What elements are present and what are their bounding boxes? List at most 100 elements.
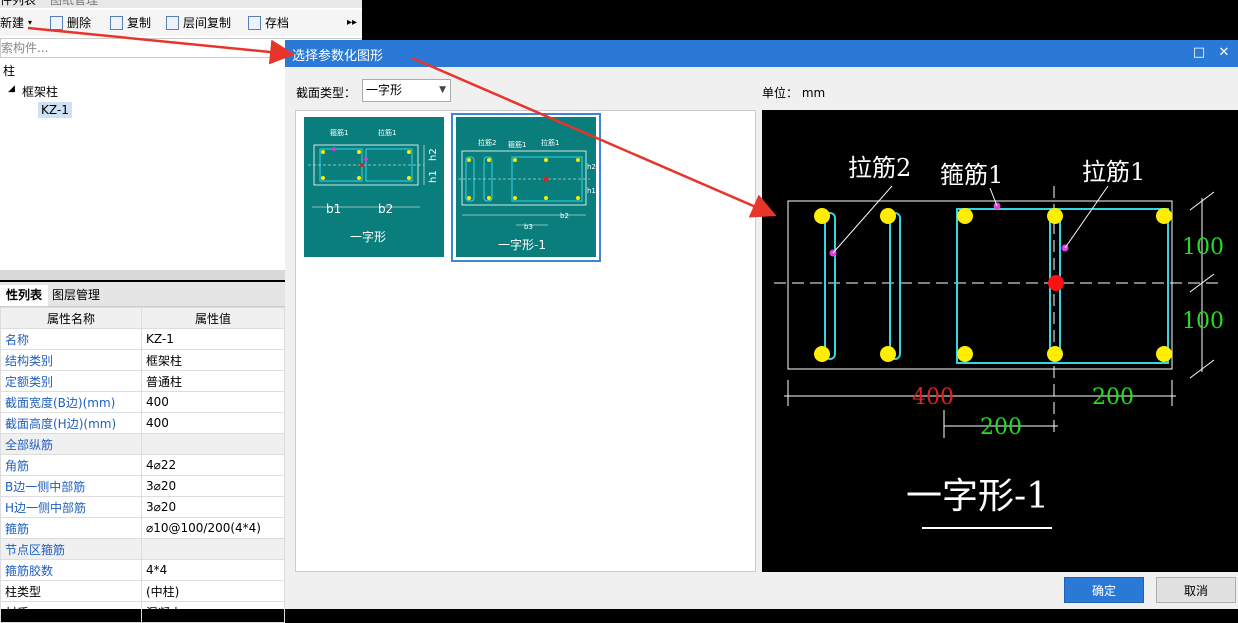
property-name: 柱类型 — [0, 580, 142, 602]
shape-thumb-yizixing-1[interactable]: 拉筋2 箍筋1 拉筋1 b3 b2 h2 h1 一字形-1 — [456, 117, 596, 257]
table-row[interactable]: 截面高度(H边)(mm) 400 — [0, 412, 285, 434]
property-value[interactable]: 3⌀20 — [141, 496, 285, 518]
cancel-button[interactable]: 取消 — [1156, 577, 1236, 603]
property-name: H边一侧中部筋 — [0, 496, 142, 518]
shape-thumb-yizixing[interactable]: 箍筋1 拉筋1 b1 b2 h1 h2 一字形 — [304, 117, 444, 257]
table-row[interactable]: 全部纵筋 — [0, 433, 285, 455]
table-row[interactable]: 定额类别 普通柱 — [0, 370, 285, 392]
thumb2-caption: 一字形-1 — [498, 237, 546, 252]
thumb1-label-b1: b1 — [326, 202, 341, 216]
property-value[interactable]: 普通柱 — [141, 370, 285, 392]
table-row[interactable]: 角筋 4⌀22 — [0, 454, 285, 476]
property-value[interactable]: ⌀10@100/200(4*4) — [141, 517, 285, 539]
property-name: 节点区箍筋 — [0, 538, 142, 560]
tab-property-list[interactable]: 性列表 — [0, 285, 49, 306]
shape-thumb-drawing: 拉筋2 箍筋1 拉筋1 b3 b2 h2 h1 一字形-1 — [458, 138, 596, 252]
archive-button[interactable]: 存档 — [248, 14, 289, 32]
table-row[interactable]: 箍筋胶数 4*4 — [0, 559, 285, 581]
table-row[interactable]: 节点区箍筋 — [0, 538, 285, 560]
table-row[interactable]: 名称 KZ-1 — [0, 328, 285, 350]
property-value[interactable]: 4⌀22 — [141, 454, 285, 476]
table-row[interactable]: 结构类别 框架柱 — [0, 349, 285, 371]
table-row[interactable]: 箍筋 ⌀10@100/200(4*4) — [0, 517, 285, 539]
property-name: 角筋 — [0, 454, 142, 476]
delete-icon — [50, 16, 63, 30]
property-name: 定额类别 — [0, 370, 142, 392]
dialog-title: 选择参数化图形 — [292, 49, 384, 64]
property-name: 名称 — [0, 328, 142, 350]
property-value[interactable]: 混凝土 — [141, 601, 285, 623]
dialog-title-bar: 选择参数化图形 □ ✕ — [285, 40, 1238, 67]
close-icon[interactable]: ✕ — [1215, 44, 1233, 62]
copy-icon — [110, 16, 123, 30]
label-tie2: 拉筋2 — [848, 154, 911, 182]
thumb1-label-tie1: 拉筋1 — [378, 128, 396, 137]
property-value[interactable]: (中柱) — [141, 580, 285, 602]
archive-icon — [248, 16, 261, 30]
table-row[interactable]: 柱类型 (中柱) — [0, 580, 285, 602]
property-name: 全部纵筋 — [0, 433, 142, 455]
component-tabs: 件列表 图纸管理 — [0, 0, 362, 8]
shape-preview-canvas: 拉筋2 箍筋1 拉筋1 100 100 400 200 200 一字形-1 — [762, 110, 1238, 572]
preview-caption: 一字形-1 — [906, 476, 1049, 517]
copy-button[interactable]: 复制 — [110, 14, 151, 32]
component-toolbar: 新建 ▾ 删除 复制 层间复制 存档 ▸▸ — [0, 10, 362, 36]
property-name: 箍筋 — [0, 517, 142, 539]
property-name: B边一侧中部筋 — [0, 475, 142, 497]
table-row[interactable]: 截面宽度(B边)(mm) 400 — [0, 391, 285, 413]
floor-copy-label: 层间复制 — [183, 16, 232, 30]
col-header-name: 属性名称 — [0, 307, 142, 329]
section-type-select[interactable]: 一字形 ▼ — [362, 79, 451, 102]
thumb2-label-tie1: 拉筋1 — [541, 138, 559, 147]
dim-b-right: 200 — [1092, 385, 1134, 410]
thumb1-caption: 一字形 — [350, 229, 386, 244]
copy-label: 复制 — [127, 16, 152, 30]
delete-button[interactable]: 删除 — [50, 14, 91, 32]
table-row[interactable]: 材质 混凝土 — [0, 601, 285, 623]
label-stirrup1: 箍筋1 — [940, 161, 1003, 189]
tree-leaf-label: KZ-1 — [38, 102, 72, 118]
tab-layer-manage[interactable]: 图层管理 — [46, 285, 106, 306]
property-value[interactable] — [141, 433, 285, 455]
maximize-icon[interactable]: □ — [1190, 44, 1208, 62]
more-icon[interactable]: ▸▸ — [347, 14, 357, 32]
property-panel: 性列表 图层管理 属性名称 属性值 名称 KZ-1 结构类别 框架柱 定额类别 普通柱 截面… — [0, 282, 285, 623]
ok-button[interactable]: 确定 — [1064, 577, 1144, 603]
property-value[interactable]: 框架柱 — [141, 349, 285, 371]
property-value[interactable]: 3⌀20 — [141, 475, 285, 497]
longitudinal-bars — [814, 208, 1172, 362]
tab-drawing-manage[interactable]: 图纸管理 — [50, 0, 98, 8]
property-name: 箍筋胶数 — [0, 559, 142, 581]
property-value[interactable] — [141, 538, 285, 560]
floor-copy-button[interactable]: 层间复制 — [166, 14, 231, 32]
col-header-value: 属性值 — [141, 307, 285, 329]
label-tie1: 拉筋1 — [1082, 158, 1145, 186]
thumb2-label-h1: h1 — [587, 187, 596, 195]
thumb1-label-b2: b2 — [378, 202, 393, 216]
table-row[interactable]: B边一侧中部筋 3⌀20 — [0, 475, 285, 497]
tree-expand-icon[interactable]: ◢ — [8, 84, 15, 94]
tie-bar-left-1 — [824, 212, 836, 360]
property-value[interactable]: 400 — [141, 412, 285, 434]
tie-bar-left-2 — [889, 212, 901, 360]
panel-divider — [0, 270, 285, 280]
property-value[interactable]: KZ-1 — [141, 328, 285, 350]
tree-root[interactable]: 柱 — [3, 62, 15, 79]
param-shape-dialog: 选择参数化图形 □ ✕ 截面类型： 一字形▼ 单位： mm 箍筋1 拉筋1 b — [285, 40, 1238, 609]
thumb1-label-stirrup1: 箍筋1 — [330, 128, 348, 137]
thumb1-label-h1: h1 — [428, 170, 439, 183]
tree-leaf-kz1[interactable]: KZ-1 — [38, 102, 72, 118]
property-value[interactable]: 4*4 — [141, 559, 285, 581]
property-value[interactable]: 400 — [141, 391, 285, 413]
tab-component-list[interactable]: 件列表 — [0, 0, 36, 8]
section-type-value: 一字形 — [366, 83, 403, 97]
floor-copy-icon — [166, 16, 179, 30]
thumb2-label-tie2: 拉筋2 — [478, 138, 496, 147]
property-name: 材质 — [0, 601, 142, 623]
new-label: 新建 — [0, 16, 25, 30]
tree-node-frame-column[interactable]: 框架柱 — [22, 83, 58, 100]
table-row[interactable]: H边一侧中部筋 3⌀20 — [0, 496, 285, 518]
section-outline — [787, 200, 1173, 370]
new-button[interactable]: 新建 ▾ — [0, 14, 32, 32]
dim-h-top: 100 — [1182, 235, 1224, 260]
